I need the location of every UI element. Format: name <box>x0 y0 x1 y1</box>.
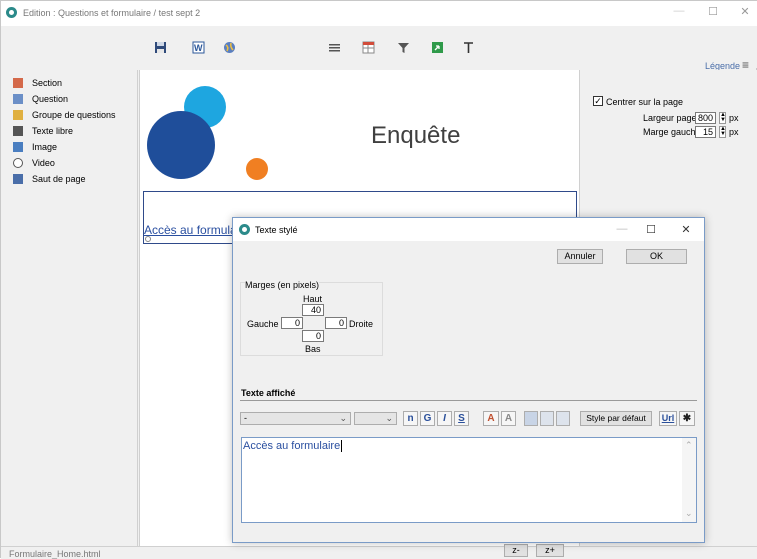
width-label: Largeur page <box>643 113 697 123</box>
save-icon[interactable] <box>154 41 167 54</box>
size-select[interactable]: ⌄ <box>354 412 397 425</box>
font-color-icon[interactable]: A <box>483 411 499 426</box>
palette-item-label: Video <box>32 158 55 168</box>
right-margin-input[interactable]: 0 <box>325 317 347 329</box>
header-logo <box>147 86 268 180</box>
dialog-minimize-button[interactable]: — <box>612 223 632 235</box>
filter-icon[interactable] <box>397 41 410 54</box>
margin-label: Marge gauche <box>643 127 701 137</box>
align-center-icon[interactable] <box>540 411 554 426</box>
italic-button[interactable]: I <box>437 411 452 426</box>
close-button[interactable]: ✕ <box>735 5 755 18</box>
width-input[interactable]: 800 <box>695 112 716 124</box>
element-palette: Section Question Groupe de questions Texte … <box>7 70 138 546</box>
width-unit: px <box>729 113 739 123</box>
highlight-color-icon[interactable]: A <box>501 411 516 426</box>
left-margin-label: Gauche <box>247 319 279 329</box>
palette-item-label: Question <box>32 94 69 104</box>
palette-item-video[interactable]: Video <box>13 156 55 170</box>
resize-handle[interactable] <box>145 236 151 242</box>
bottom-margin-input[interactable]: 0 <box>302 330 324 342</box>
title-bar: Edition : Questions et formulaire / test… <box>1 1 757 26</box>
scroll-down-icon[interactable]: ⌄ <box>685 508 693 519</box>
word-export-icon[interactable]: W <box>192 41 205 54</box>
section-icon <box>13 78 23 88</box>
palette-item-saut-de-page[interactable]: Saut de page <box>13 172 86 186</box>
palette-item-image[interactable]: Image <box>13 140 57 154</box>
top-margin-label: Haut <box>303 294 323 304</box>
section-divider <box>240 400 697 401</box>
editor-scrollbar[interactable]: ⌃ ⌄ <box>682 438 696 522</box>
width-spinner[interactable]: ▲ ▼ <box>719 112 726 124</box>
margin-spinner[interactable]: ▲ ▼ <box>719 126 726 138</box>
zoom-in-button[interactable]: z+ <box>536 544 564 557</box>
status-bar: Formulaire_Home.html z- z+ <box>1 544 757 559</box>
green-export-icon[interactable] <box>431 41 444 54</box>
bold-button[interactable]: G <box>420 411 435 426</box>
toolbar: W Légende ≡ <box>1 26 757 72</box>
group-icon <box>13 110 23 120</box>
margins-group: Marges (en pixels) Haut 40 Gauche 0 0 Dr… <box>240 280 383 356</box>
right-margin-label: Droite <box>349 319 374 329</box>
question-icon <box>13 94 23 104</box>
underline-button[interactable]: S <box>454 411 469 426</box>
dialog-maximize-button[interactable]: ☐ <box>641 223 661 236</box>
minimize-button[interactable]: — <box>669 5 689 17</box>
palette-item-label: Section <box>32 78 63 88</box>
palette-item-question[interactable]: Question <box>13 92 68 106</box>
align-left-icon[interactable] <box>524 411 538 426</box>
dark-blue-circle <box>147 111 215 179</box>
editor-content[interactable]: Accès au formulaire <box>243 440 343 452</box>
table-icon[interactable] <box>362 41 375 54</box>
url-button[interactable]: Url <box>659 411 677 426</box>
top-margin-input[interactable]: 40 <box>302 304 324 316</box>
scroll-up-icon[interactable]: ⌃ <box>685 440 693 451</box>
globe-icon[interactable] <box>223 41 236 54</box>
cancel-button[interactable]: Annuler <box>557 249 603 264</box>
ok-button[interactable]: OK <box>626 249 687 264</box>
page-break-icon <box>13 174 23 184</box>
font-select[interactable]: - ⌄ <box>240 412 351 425</box>
bottom-margin-label: Bas <box>305 344 321 354</box>
margins-group-label: Marges (en pixels) <box>245 280 320 290</box>
dialog-close-button[interactable]: ✕ <box>676 223 696 236</box>
palette-item-label: Saut de page <box>32 174 86 184</box>
maximize-button[interactable]: ☐ <box>703 5 723 18</box>
palette-item-texte-libre[interactable]: Texte libre <box>13 124 73 138</box>
svg-text:W: W <box>194 43 203 53</box>
palette-item-groupe-de-questions[interactable]: Groupe de questions <box>13 108 116 122</box>
styled-text-dialog: Texte stylé — ☐ ✕ Annuler OK Marges (en … <box>232 217 705 543</box>
app-icon <box>6 7 17 18</box>
text-icon[interactable] <box>462 41 475 54</box>
chevron-down-icon: ⌄ <box>385 413 393 423</box>
window-title: Edition : Questions et formulaire / test… <box>23 8 201 18</box>
palette-item-label: Image <box>32 142 58 152</box>
text-editor[interactable]: Accès au formulaire ⌃ ⌄ <box>241 437 697 523</box>
margin-unit: px <box>729 127 739 137</box>
gear-icon[interactable]: ✱ <box>679 411 695 426</box>
text-section-label: Texte affiché <box>241 388 296 398</box>
center-label: Centrer sur la page <box>606 97 684 107</box>
video-icon <box>13 158 23 168</box>
center-checkbox[interactable]: ✓ <box>593 96 603 106</box>
zoom-out-button[interactable]: z- <box>504 544 528 557</box>
left-margin-input[interactable]: 0 <box>281 317 303 329</box>
orange-circle <box>246 158 268 180</box>
font-select-value: - <box>244 413 247 423</box>
dialog-title-bar: Texte stylé — ☐ ✕ <box>233 218 704 241</box>
normal-button[interactable]: n <box>403 411 418 426</box>
image-icon <box>13 142 23 152</box>
palette-item-section[interactable]: Section <box>13 76 62 90</box>
dialog-title: Texte stylé <box>255 225 298 235</box>
free-text-icon <box>13 126 23 136</box>
dialog-app-icon <box>239 224 250 235</box>
align-icon[interactable] <box>328 41 341 54</box>
palette-item-label: Texte libre <box>32 126 74 136</box>
chevron-down-icon: ⌄ <box>339 413 347 423</box>
page-title: Enquête <box>371 122 461 149</box>
align-right-icon[interactable] <box>556 411 570 426</box>
default-style-button[interactable]: Style par défaut <box>580 411 652 426</box>
palette-item-label: Groupe de questions <box>32 110 116 120</box>
margin-input[interactable]: 15 <box>695 126 716 138</box>
